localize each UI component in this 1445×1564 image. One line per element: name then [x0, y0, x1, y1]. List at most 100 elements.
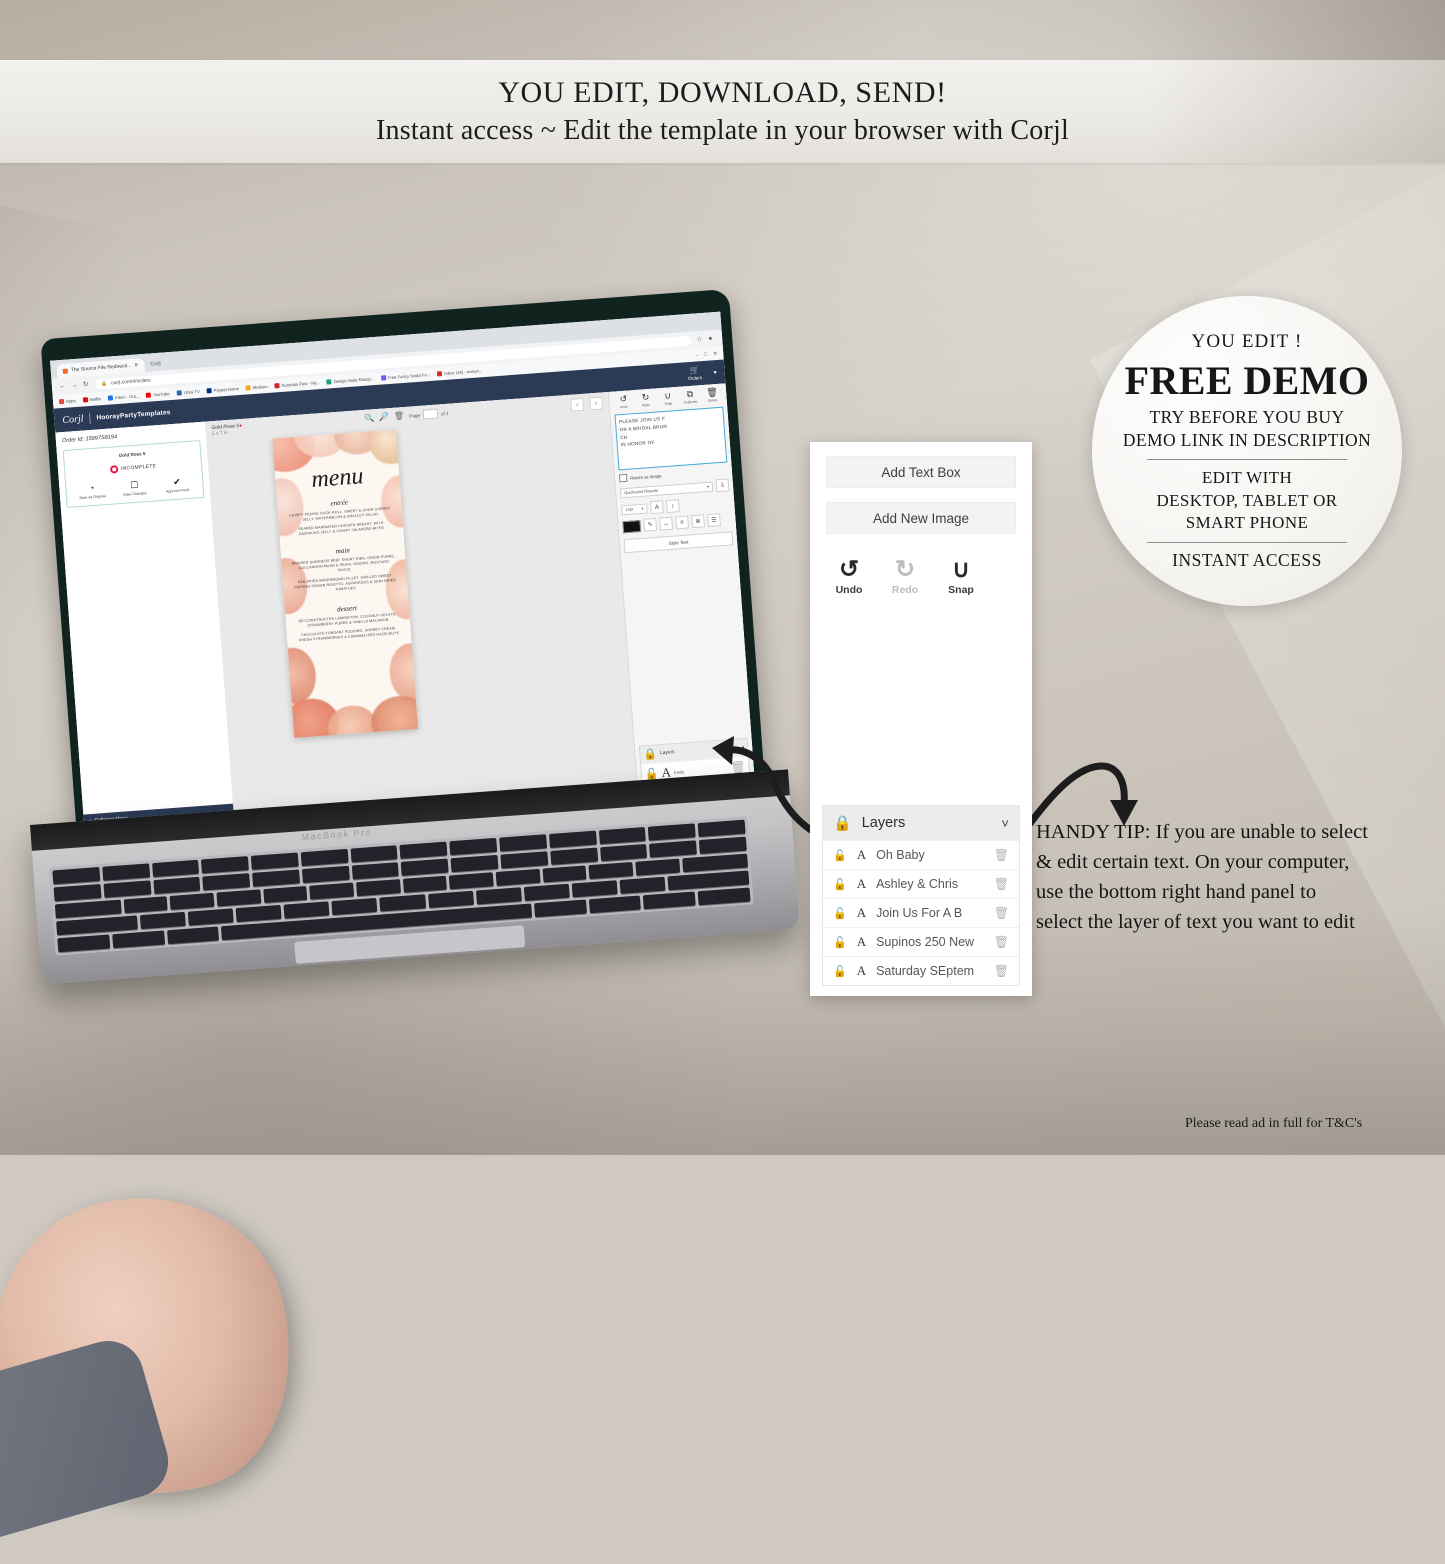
bookmark-item[interactable]: Paypal Home	[206, 386, 239, 394]
unlock-icon[interactable]: 🔓	[833, 849, 847, 862]
bookmark-item[interactable]: Australia Post - My...	[274, 380, 320, 389]
bookmark-item[interactable]: Inbox (14) - evelyn...	[437, 368, 483, 377]
status-badge: INCOMPLETE	[69, 459, 197, 476]
prev-page-button[interactable]: ‹	[570, 397, 585, 412]
delete-button[interactable]: 🗑 Delete	[702, 387, 723, 403]
layer-label: Saturday SEptem	[876, 964, 975, 978]
zoom-out-icon[interactable]: 🔎	[379, 412, 390, 422]
lock-icon: 🔒	[833, 815, 852, 832]
download-font-button[interactable]: ⇩	[715, 478, 730, 493]
browser-tab-inactive[interactable]: Corjl	[144, 356, 167, 372]
style-text-accordion[interactable]: Style Text	[623, 531, 734, 554]
menu-template-card[interactable]: menu entrée CRISPY PEKING DUCK ROLL, SWE…	[272, 429, 418, 738]
save-changes-button[interactable]: ☐ Save Changes	[117, 480, 152, 498]
align-left-button[interactable]: ≡	[675, 515, 690, 530]
text-color-swatch[interactable]	[622, 519, 642, 533]
order-card-actions: ◔ Save as Original ☐ Save Changes ✔ Appr…	[70, 476, 199, 500]
bookmark-label: Inbox - Out...	[114, 393, 140, 401]
delete-layer-icon[interactable]: 🗑	[994, 848, 1009, 862]
font-family-select[interactable]: Quicksand Regular ▾	[619, 481, 714, 498]
menu-item: CHOCOLATE FONDANT PUDDING, SORBET CREAM,…	[298, 626, 400, 643]
bookmark-label: Apps	[65, 398, 76, 404]
menu-card-content: menu entrée CRISPY PEKING DUCK ROLL, SWE…	[272, 430, 418, 738]
page-navigator: Page of 1	[409, 408, 449, 421]
snap-button[interactable]: ∪ Snap	[944, 558, 978, 597]
layers-header[interactable]: 🔒 Layers ˅	[823, 806, 1019, 840]
eyedropper-icon[interactable]: ✎	[643, 517, 658, 532]
orders-button[interactable]: 🛒 Orders	[687, 365, 703, 382]
layer-row[interactable]: 🔓 A Ashley & Chris 🗑	[823, 869, 1019, 898]
bookmark-item[interactable]: Inbox - Out...	[107, 393, 140, 401]
layer-row[interactable]: 🔓 A Join Us For A B 🗑	[823, 898, 1019, 927]
bold-button[interactable]: A	[649, 500, 664, 515]
undo-button[interactable]: ↺ Undo	[832, 558, 866, 597]
redo-button[interactable]: ↻ Redo	[888, 558, 922, 597]
lock-icon: 🔒	[643, 748, 658, 762]
layers-title: Layers	[861, 815, 906, 831]
add-new-image-button[interactable]: Add New Image	[826, 502, 1016, 534]
close-icon[interactable]: ✕	[713, 350, 718, 356]
add-text-box-button[interactable]: Add Text Box	[826, 456, 1016, 488]
delete-layer-icon[interactable]: 🗑	[994, 877, 1009, 891]
undo-label: Undo	[835, 584, 863, 596]
trash-icon[interactable]: 🗑	[394, 411, 405, 421]
save-original-button[interactable]: ◔ Save as Original	[75, 483, 110, 501]
omnibox-value: corjl.com/#/orders	[110, 376, 151, 386]
text-layer-icon: A	[856, 963, 867, 978]
bookmark-item[interactable]: Medium	[245, 384, 268, 391]
maximize-icon[interactable]: □	[704, 351, 707, 357]
corjl-logo[interactable]: Corjl	[62, 413, 84, 426]
layer-label: Oh Baby	[876, 848, 925, 862]
terms-footnote: Please read ad in full for T&C's	[1185, 1116, 1363, 1131]
background-shadow-left	[0, 0, 430, 62]
redo-button[interactable]: ↻ Redo	[635, 392, 656, 408]
layer-row[interactable]: 🔓 A Supinos 250 New 🗑	[823, 927, 1019, 956]
font-size-select[interactable]: 14pt ▾	[621, 502, 648, 515]
delete-layer-icon[interactable]: 🗑	[994, 906, 1009, 920]
unlock-icon[interactable]: 🔓	[833, 878, 847, 891]
layer-row[interactable]: 🔓 A Oh Baby 🗑	[823, 840, 1019, 869]
bookmark-item[interactable]: I Bira TV	[176, 389, 200, 396]
bookmark-item[interactable]: Netflix	[82, 396, 101, 403]
bookmark-label: YouTube	[153, 391, 170, 398]
next-page-button[interactable]: ›	[589, 396, 604, 411]
bookmark-item[interactable]: Free Fancy Script Fo...	[380, 372, 431, 381]
chevron-up-icon[interactable]: ▴	[742, 745, 745, 750]
appbar-menu-icon[interactable]: ▾	[713, 369, 716, 376]
badge-devices-2: SMART PHONE	[1185, 513, 1309, 533]
reload-icon[interactable]: ↻	[83, 381, 90, 388]
tab-title: The Source File Redirecti...	[70, 362, 132, 374]
forward-icon[interactable]: →	[71, 382, 78, 389]
undo-button[interactable]: ↺ Undo	[613, 394, 634, 410]
duplicate-button[interactable]: ⧉ Duplicate	[680, 389, 701, 405]
align-justify-button[interactable]: ☰	[707, 513, 721, 528]
layer-row[interactable]: 🔓 A Saturday SEptem 🗑	[823, 956, 1019, 985]
chevron-down-icon[interactable]: ˅	[1001, 816, 1009, 831]
profile-avatar[interactable]: ●	[708, 335, 715, 342]
order-card[interactable]: Gold Rose 5 INCOMPLETE ◔ Save as Origina…	[62, 440, 205, 509]
unlock-icon[interactable]: 🔓	[833, 907, 847, 920]
align-center-button[interactable]: ≣	[691, 514, 705, 529]
bookmark-star-icon[interactable]: ☆	[696, 336, 703, 343]
approve-proof-button[interactable]: ✔ Approve Proof	[160, 477, 195, 495]
bookmark-item[interactable]: Design Suite Ready...	[326, 376, 374, 385]
delete-layer-icon[interactable]: 🗑	[994, 964, 1009, 978]
bookmark-item[interactable]: YouTube	[146, 391, 170, 398]
zoom-in-icon[interactable]: 🔍	[364, 413, 375, 423]
delete-layer-icon[interactable]: 🗑	[994, 935, 1009, 949]
line-height-button[interactable]: ↕	[665, 499, 680, 514]
unlock-icon[interactable]: 🔓	[833, 936, 847, 949]
bookmark-item[interactable]: Apps	[58, 398, 76, 405]
letter-spacing-button[interactable]: ↔	[659, 516, 674, 531]
text-content-input[interactable]: PLEASE JOIN US F OR A BRIDAL BRUN CH IN …	[614, 406, 728, 471]
back-icon[interactable]: ←	[59, 383, 66, 390]
snap-button[interactable]: ∪ Snap	[657, 390, 678, 406]
snap-label: Snap	[948, 584, 974, 596]
minimize-icon[interactable]: –	[695, 352, 698, 358]
page-input[interactable]	[422, 408, 439, 420]
tab-close-icon[interactable]: ✕	[134, 362, 139, 368]
badge-sub-2: DEMO LINK IN DESCRIPTION	[1122, 430, 1372, 451]
unlock-icon[interactable]: 🔓	[833, 965, 847, 978]
orders-label: Orders	[687, 375, 703, 382]
tip-line-4: select the layer of text you want to edi…	[1036, 910, 1355, 933]
